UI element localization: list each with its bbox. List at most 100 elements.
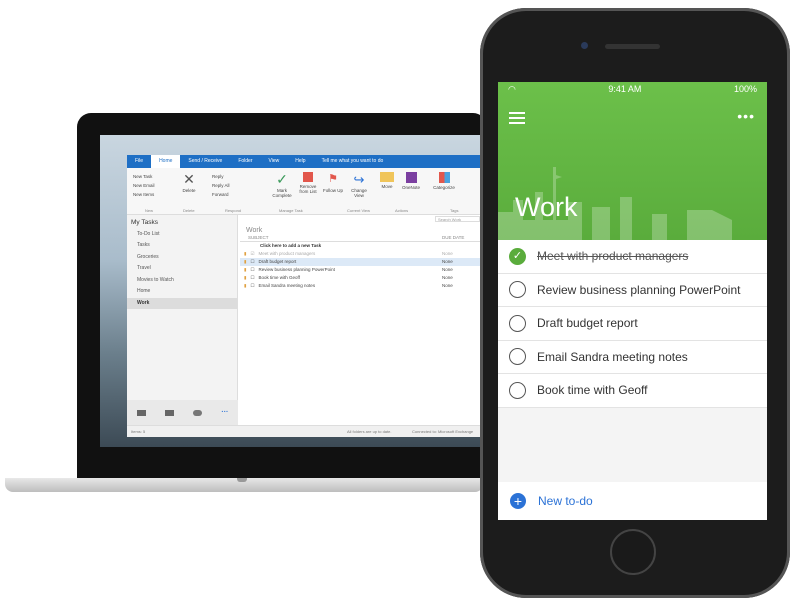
task-list: Search Work Work SUBJECT DUE DATE Click h… xyxy=(240,215,482,425)
group-label: Actions xyxy=(395,208,409,213)
list-title: Work xyxy=(515,192,578,222)
more-icon[interactable]: ••• xyxy=(737,108,755,124)
group-label: New xyxy=(145,208,154,213)
task-row[interactable]: ▮ ☐ Review business planning PowerPoint Non… xyxy=(240,266,482,274)
circle-icon[interactable] xyxy=(509,281,526,299)
my-tasks-header[interactable]: My Tasks xyxy=(127,217,237,229)
task-row[interactable]: ▮ ☐ Email Sandra meeting notes None xyxy=(240,282,482,290)
todo-label: Book time with Geoff xyxy=(537,383,648,398)
mail-icon[interactable] xyxy=(136,409,146,416)
move-button[interactable]: Move xyxy=(379,172,395,189)
column-subject[interactable]: SUBJECT xyxy=(244,234,442,241)
folder-movies[interactable]: Movies to Watch xyxy=(127,275,237,287)
task-row[interactable]: ▮ ☐ Book time with Geoff None xyxy=(240,274,482,282)
circle-icon[interactable] xyxy=(509,381,526,399)
folder-home[interactable]: Home xyxy=(127,286,237,298)
task-row[interactable]: ▮ ☐ Draft budget report None xyxy=(240,258,482,266)
task-subject: Meet with product managers xyxy=(258,251,316,256)
battery: 100% xyxy=(733,84,757,94)
menu-icon[interactable] xyxy=(509,112,525,124)
task-subject: Draft budget report xyxy=(258,259,297,264)
task-due: None xyxy=(442,259,453,264)
delete-icon: ✕ xyxy=(183,171,195,187)
circle-icon[interactable] xyxy=(509,348,526,366)
new-email-button[interactable]: New Email xyxy=(133,181,155,190)
todo-label: Meet with product managers xyxy=(537,249,689,264)
todo-item[interactable]: ✓ Meet with product managers xyxy=(498,240,767,274)
task-row[interactable]: ▮ ☑ Meet with product managers None xyxy=(240,250,482,258)
forward-button[interactable]: Forward xyxy=(212,190,230,199)
task-due: None xyxy=(442,275,453,280)
folder-travel[interactable]: Travel xyxy=(127,263,237,275)
add-task-row[interactable]: Click here to add a new Task xyxy=(240,242,482,250)
tell-me-box[interactable]: Tell me what you want to do xyxy=(314,155,392,168)
group-label: Delete xyxy=(183,208,195,213)
tab-view[interactable]: View xyxy=(261,155,288,168)
plus-icon: + xyxy=(510,493,526,509)
wifi-icon: ◠ xyxy=(508,83,516,94)
home-button[interactable] xyxy=(610,529,656,575)
new-items-button[interactable]: New Items xyxy=(133,190,155,199)
task-due: None xyxy=(442,283,453,288)
categorize-button[interactable]: Categorize xyxy=(429,172,459,190)
outlook-window: File Home Send / Receive Folder View Hel… xyxy=(127,155,482,437)
speaker xyxy=(605,44,660,49)
tab-send-receive[interactable]: Send / Receive xyxy=(180,155,230,168)
connection-status: Connected to: Microsoft Exchange xyxy=(412,429,474,434)
follow-up-button[interactable]: ⚑ Follow Up xyxy=(323,172,343,193)
onenote-button[interactable]: OneNote xyxy=(399,172,423,190)
folder-tasks[interactable]: Tasks xyxy=(127,240,237,252)
change-view-icon: ↪ xyxy=(353,172,365,187)
list-header: ◠ 9:41 AM 100% ••• Work xyxy=(498,82,767,240)
search-input[interactable]: Search Work xyxy=(435,216,480,222)
todo-item[interactable]: Review business planning PowerPoint xyxy=(498,273,767,307)
group-label: Respond xyxy=(225,208,242,213)
checked-circle-icon[interactable]: ✓ xyxy=(509,247,526,265)
task-icon: ▮ xyxy=(244,267,247,272)
tab-folder[interactable]: Folder xyxy=(230,155,260,168)
remove-from-list-button[interactable]: Remove from List xyxy=(295,172,321,194)
mark-complete-button[interactable]: ✓ Mark Complete xyxy=(270,172,294,198)
column-due-date[interactable]: DUE DATE xyxy=(442,234,482,241)
more-icon[interactable]: ··· xyxy=(221,409,228,416)
module-nav: ··· xyxy=(127,400,238,425)
task-due: None xyxy=(442,251,453,256)
delete-button[interactable]: ✕ Delete xyxy=(182,172,196,193)
task-icon: ▮ xyxy=(244,259,247,264)
new-todo-button[interactable]: + New to-do xyxy=(498,482,767,520)
calendar-icon[interactable] xyxy=(164,409,174,416)
tab-file[interactable]: File xyxy=(127,155,151,168)
folder-work[interactable]: Work xyxy=(127,297,237,309)
group-label: Manage Task xyxy=(279,208,303,213)
todo-label: Email Sandra meeting notes xyxy=(537,349,688,364)
reply-button[interactable]: Reply xyxy=(212,172,230,181)
folder-groceries[interactable]: Groceries xyxy=(127,252,237,264)
folder-todo-list[interactable]: To-Do List xyxy=(127,229,237,241)
task-icon: ▮ xyxy=(244,275,247,280)
task-icon: ▮ xyxy=(244,283,247,288)
new-task-button[interactable]: New Task xyxy=(133,172,155,181)
folder-pane: My Tasks To-Do List Tasks Groceries Trav… xyxy=(127,215,238,400)
change-view-button[interactable]: ↪ Change View xyxy=(347,172,371,198)
todo-item[interactable]: Book time with Geoff xyxy=(498,374,767,408)
todo-label: Draft budget report xyxy=(537,316,638,331)
todo-item[interactable]: Email Sandra meeting notes xyxy=(498,340,767,374)
flag-x-icon xyxy=(303,172,313,182)
reply-all-button[interactable]: Reply All xyxy=(212,181,230,190)
circle-icon[interactable] xyxy=(509,314,526,332)
categorize-icon xyxy=(438,172,450,183)
todo-item[interactable]: Draft budget report xyxy=(498,307,767,341)
item-count: Items: 5 xyxy=(131,429,146,434)
ribbon-tabs: File Home Send / Receive Folder View Hel… xyxy=(127,155,482,168)
tab-home[interactable]: Home xyxy=(151,155,181,168)
flag-icon: ⚑ xyxy=(328,173,338,185)
tab-help[interactable]: Help xyxy=(287,155,313,168)
group-label: Tags xyxy=(450,208,459,213)
status-bar: Items: 5 All folders are up to date. Con… xyxy=(127,425,482,437)
task-due: None xyxy=(442,267,453,272)
sync-status: All folders are up to date. xyxy=(347,429,392,434)
task-icon: ▮ xyxy=(244,251,247,256)
onenote-icon xyxy=(405,172,417,183)
ribbon: New Task New Email New Items ✕ Delete Rep… xyxy=(127,168,482,215)
people-icon[interactable] xyxy=(193,409,203,416)
